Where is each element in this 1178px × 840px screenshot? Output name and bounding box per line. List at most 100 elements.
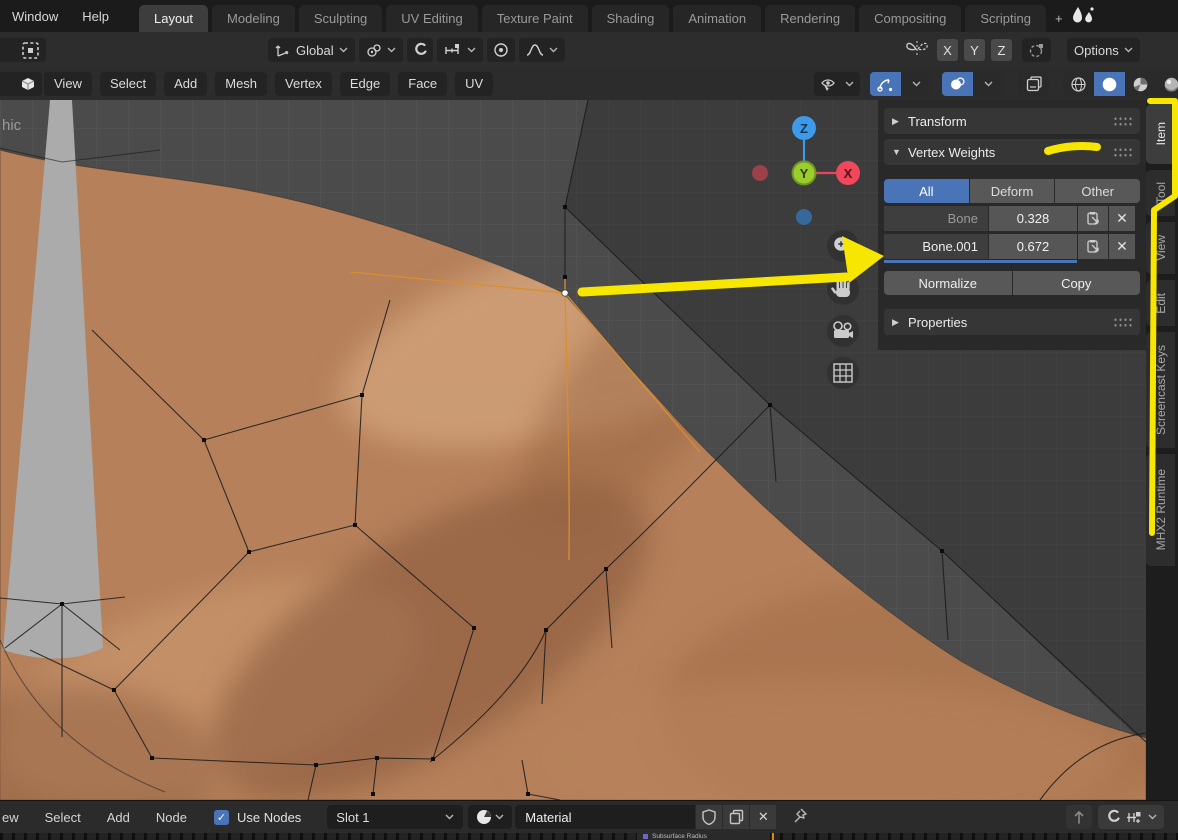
- workspace-tab-texture-paint[interactable]: Texture Paint: [481, 5, 588, 32]
- workspace-tab-scripting[interactable]: Scripting: [965, 5, 1046, 32]
- mirror-x-toggle[interactable]: X: [937, 39, 958, 61]
- pan-hand-button[interactable]: [827, 273, 859, 305]
- workspace-tab-uv-editing[interactable]: UV Editing: [386, 5, 478, 32]
- bone-001-name-button[interactable]: Bone.001: [884, 234, 988, 259]
- mirror-icon[interactable]: [905, 39, 929, 62]
- menu-vertex[interactable]: Vertex: [275, 72, 332, 96]
- menu-mesh[interactable]: Mesh: [215, 72, 268, 96]
- normalize-button[interactable]: Normalize: [884, 271, 1012, 295]
- bone-name-button[interactable]: Bone: [884, 206, 988, 231]
- delete-weight-button[interactable]: ✕: [1109, 206, 1135, 231]
- snap-target-dropdown[interactable]: [436, 38, 483, 62]
- proportional-editing-toggle[interactable]: [486, 38, 515, 62]
- grid-view-button[interactable]: [827, 357, 859, 389]
- material-name-field[interactable]: Material: [515, 805, 696, 829]
- shading-rendered-button[interactable]: [1156, 72, 1178, 96]
- gizmos-toggle[interactable]: [870, 72, 901, 96]
- snap-projection-toggle[interactable]: [1022, 38, 1051, 62]
- copy-weight-icon[interactable]: [1078, 206, 1108, 231]
- edit-mode-icon[interactable]: [0, 72, 42, 96]
- shading-solid-button[interactable]: [1094, 72, 1125, 96]
- menu-select[interactable]: Select: [45, 810, 81, 825]
- menu-view[interactable]: View: [44, 72, 92, 96]
- menu-window[interactable]: Window: [0, 2, 70, 32]
- parent-node-tree-icon[interactable]: [1066, 805, 1092, 829]
- shader-editor-strip: Subsurface Radius: [0, 833, 1178, 840]
- properties-panel-header[interactable]: ▶ Properties: [884, 309, 1140, 335]
- selected-vertex[interactable]: [561, 289, 569, 297]
- shading-material-button[interactable]: [1125, 72, 1156, 96]
- weight-tab-deform[interactable]: Deform: [969, 179, 1055, 203]
- menu-view-clipped[interactable]: ew: [2, 810, 19, 825]
- workspace-tab-modeling[interactable]: Modeling: [212, 5, 295, 32]
- workspace-tab-shading[interactable]: Shading: [591, 5, 670, 32]
- pin-icon[interactable]: [792, 807, 808, 828]
- scene-icon: [1070, 4, 1096, 29]
- snap-magnet-icon: [1108, 809, 1120, 822]
- weight-tab-other[interactable]: Other: [1055, 179, 1140, 203]
- weight-tab-all[interactable]: All: [884, 179, 969, 203]
- visibility-dropdown[interactable]: [814, 72, 860, 96]
- sidebar-panel: ▶ Transform ▼ Vertex Weights All Deform …: [878, 100, 1146, 350]
- tab-mhx2-runtime[interactable]: MHX2 Runtime: [1146, 454, 1175, 566]
- menu-select[interactable]: Select: [99, 72, 157, 96]
- panel-drag-handle[interactable]: [1113, 146, 1132, 158]
- menu-add[interactable]: Add: [107, 810, 130, 825]
- tab-view[interactable]: View: [1146, 222, 1175, 274]
- options-dropdown[interactable]: Options: [1067, 38, 1140, 62]
- shading-wireframe-button[interactable]: [1063, 72, 1094, 96]
- use-nodes-checkbox[interactable]: ✓: [213, 809, 229, 825]
- tool-select-box-icon[interactable]: [0, 38, 46, 62]
- axis-neg-x-handle: [752, 165, 768, 181]
- overlays-toggle[interactable]: [942, 72, 973, 96]
- workspace-tab-layout[interactable]: Layout: [139, 5, 209, 32]
- menu-add[interactable]: Add: [164, 72, 208, 96]
- blender-window: Window Help Layout Modeling Sculpting UV…: [0, 0, 1178, 840]
- add-workspace-button[interactable]: +: [1050, 5, 1068, 32]
- mirror-z-toggle[interactable]: Z: [991, 39, 1012, 61]
- delete-weight-button[interactable]: ✕: [1109, 234, 1135, 259]
- new-material-copy-icon[interactable]: [723, 805, 750, 829]
- socket-dot: [643, 834, 648, 839]
- menu-uv[interactable]: UV: [455, 72, 494, 96]
- fake-user-shield-icon[interactable]: [696, 805, 723, 829]
- bone-001-weight-field[interactable]: 0.672: [989, 234, 1077, 259]
- menu-edge[interactable]: Edge: [339, 72, 391, 96]
- workspace-tab-rendering[interactable]: Rendering: [765, 5, 856, 32]
- overlays-dropdown[interactable]: [973, 72, 1004, 96]
- menu-face[interactable]: Face: [398, 72, 448, 96]
- material-browse-dropdown[interactable]: [468, 805, 513, 829]
- proportional-falloff-dropdown[interactable]: [518, 38, 565, 62]
- tab-screencast-keys[interactable]: Screencast Keys: [1146, 332, 1175, 448]
- transform-panel-header[interactable]: ▶ Transform: [884, 108, 1140, 134]
- mirror-y-toggle[interactable]: Y: [964, 39, 985, 61]
- vertex-weights-panel-header[interactable]: ▼ Vertex Weights: [884, 139, 1140, 165]
- zoom-button[interactable]: [827, 230, 859, 262]
- tab-edit[interactable]: Edit: [1146, 280, 1175, 326]
- collapse-arrow-icon: ▶: [892, 316, 899, 327]
- material-slot-dropdown[interactable]: Slot 1: [327, 805, 464, 829]
- workspace-tab-sculpting[interactable]: Sculpting: [298, 5, 383, 32]
- menu-node[interactable]: Node: [156, 810, 187, 825]
- panel-drag-handle[interactable]: [1113, 316, 1132, 328]
- menu-help[interactable]: Help: [70, 2, 121, 32]
- panel-drag-handle[interactable]: [1113, 115, 1132, 127]
- orientation-icon: [275, 45, 289, 57]
- xray-toggle[interactable]: [1018, 72, 1049, 96]
- node-snapping-group[interactable]: [1098, 805, 1164, 829]
- tab-item[interactable]: Item: [1146, 104, 1175, 164]
- node-socket-row[interactable]: Subsurface Radius: [637, 833, 770, 840]
- workspace-tab-compositing[interactable]: Compositing: [859, 5, 962, 32]
- transform-orientation-dropdown[interactable]: Global: [268, 38, 355, 62]
- camera-view-button[interactable]: [827, 315, 859, 347]
- unlink-material-button[interactable]: ✕: [750, 805, 777, 829]
- snap-magnet-toggle[interactable]: [406, 38, 433, 62]
- workspace-tab-animation[interactable]: Animation: [673, 5, 762, 32]
- gizmos-dropdown[interactable]: [901, 72, 932, 96]
- transform-panel-label: Transform: [908, 113, 967, 129]
- copy-weight-icon[interactable]: [1078, 234, 1108, 259]
- copy-button[interactable]: Copy: [1012, 271, 1140, 295]
- bone-weight-field[interactable]: 0.328: [989, 206, 1077, 231]
- pivot-point-dropdown[interactable]: [358, 38, 403, 62]
- tab-tool[interactable]: Tool: [1146, 170, 1175, 216]
